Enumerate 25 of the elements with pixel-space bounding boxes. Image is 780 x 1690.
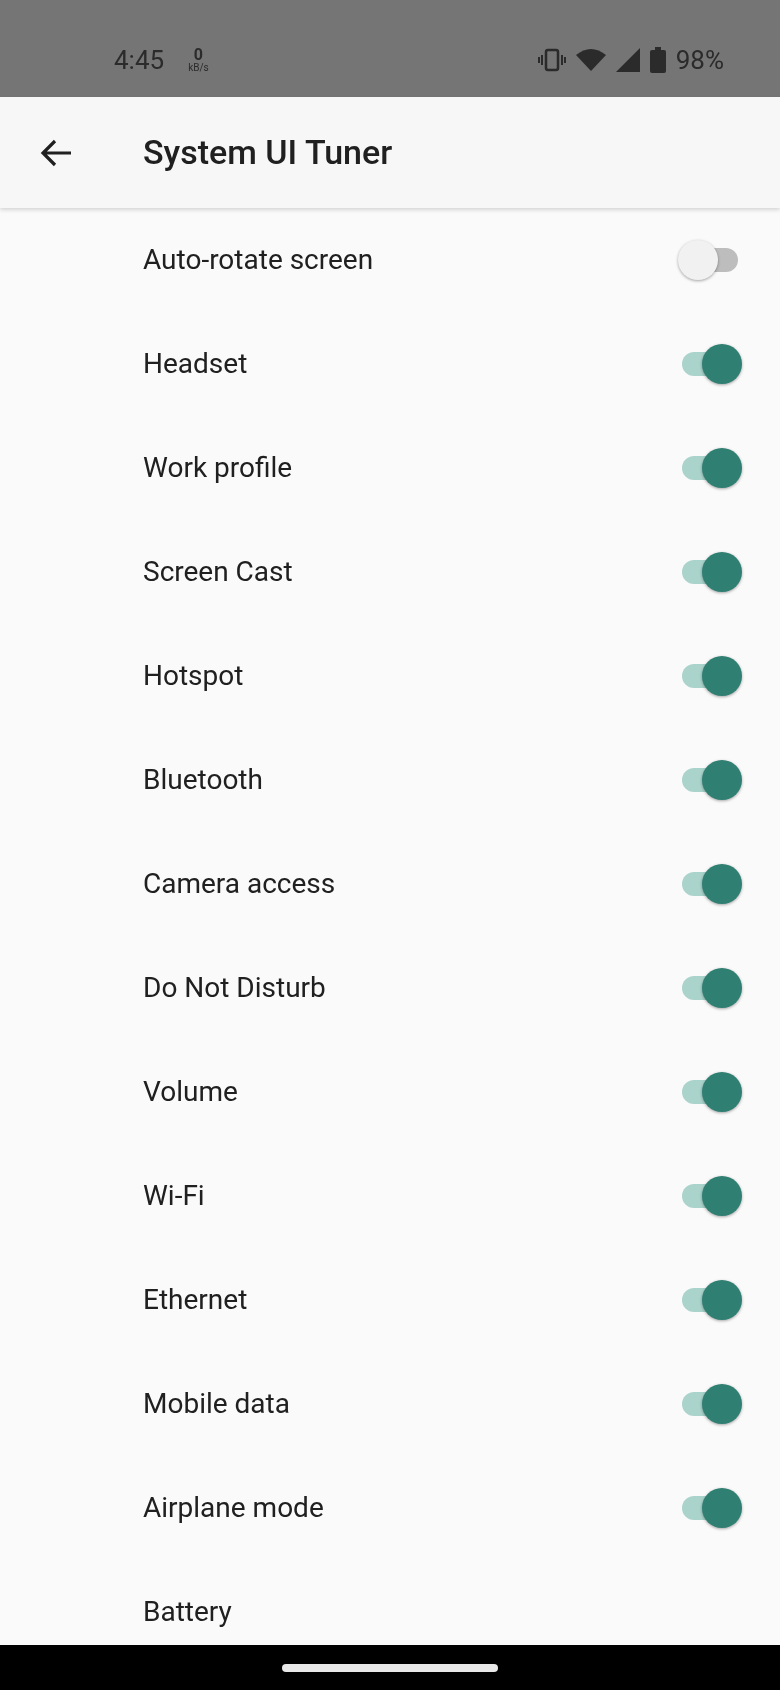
setting-label: Camera access: [143, 866, 337, 902]
home-indicator[interactable]: [282, 1663, 498, 1672]
setting-label: Work profile: [143, 450, 294, 486]
setting-label: Headset: [143, 346, 249, 382]
vibrate-icon: [537, 48, 566, 72]
setting-label: Hotspot: [143, 658, 245, 694]
setting-label: Airplane mode: [143, 1490, 325, 1526]
clock-time: 4:45: [114, 47, 165, 73]
setting-label: Mobile data: [143, 1386, 291, 1422]
setting-label: Volume: [143, 1074, 239, 1110]
network-speed-value: 0: [193, 47, 204, 63]
back-arrow-icon: [39, 137, 73, 168]
setting-label: Ethernet: [143, 1282, 249, 1318]
setting-label: Screen Cast: [143, 554, 294, 590]
network-speed-unit: kB/s: [188, 63, 209, 73]
setting-label: Bluetooth: [143, 762, 264, 798]
setting-label: Battery: [143, 1594, 233, 1630]
app-bar-title: System UI Tuner: [143, 131, 393, 174]
wifi-icon: [575, 49, 606, 71]
cell-signal-icon: [615, 48, 640, 72]
battery-percent: 98%: [675, 47, 724, 73]
setting-label: Auto-rotate screen: [143, 242, 375, 278]
setting-label: Do Not Disturb: [143, 970, 327, 1006]
setting-label: Wi-Fi: [143, 1178, 206, 1214]
battery-icon: [649, 47, 666, 73]
